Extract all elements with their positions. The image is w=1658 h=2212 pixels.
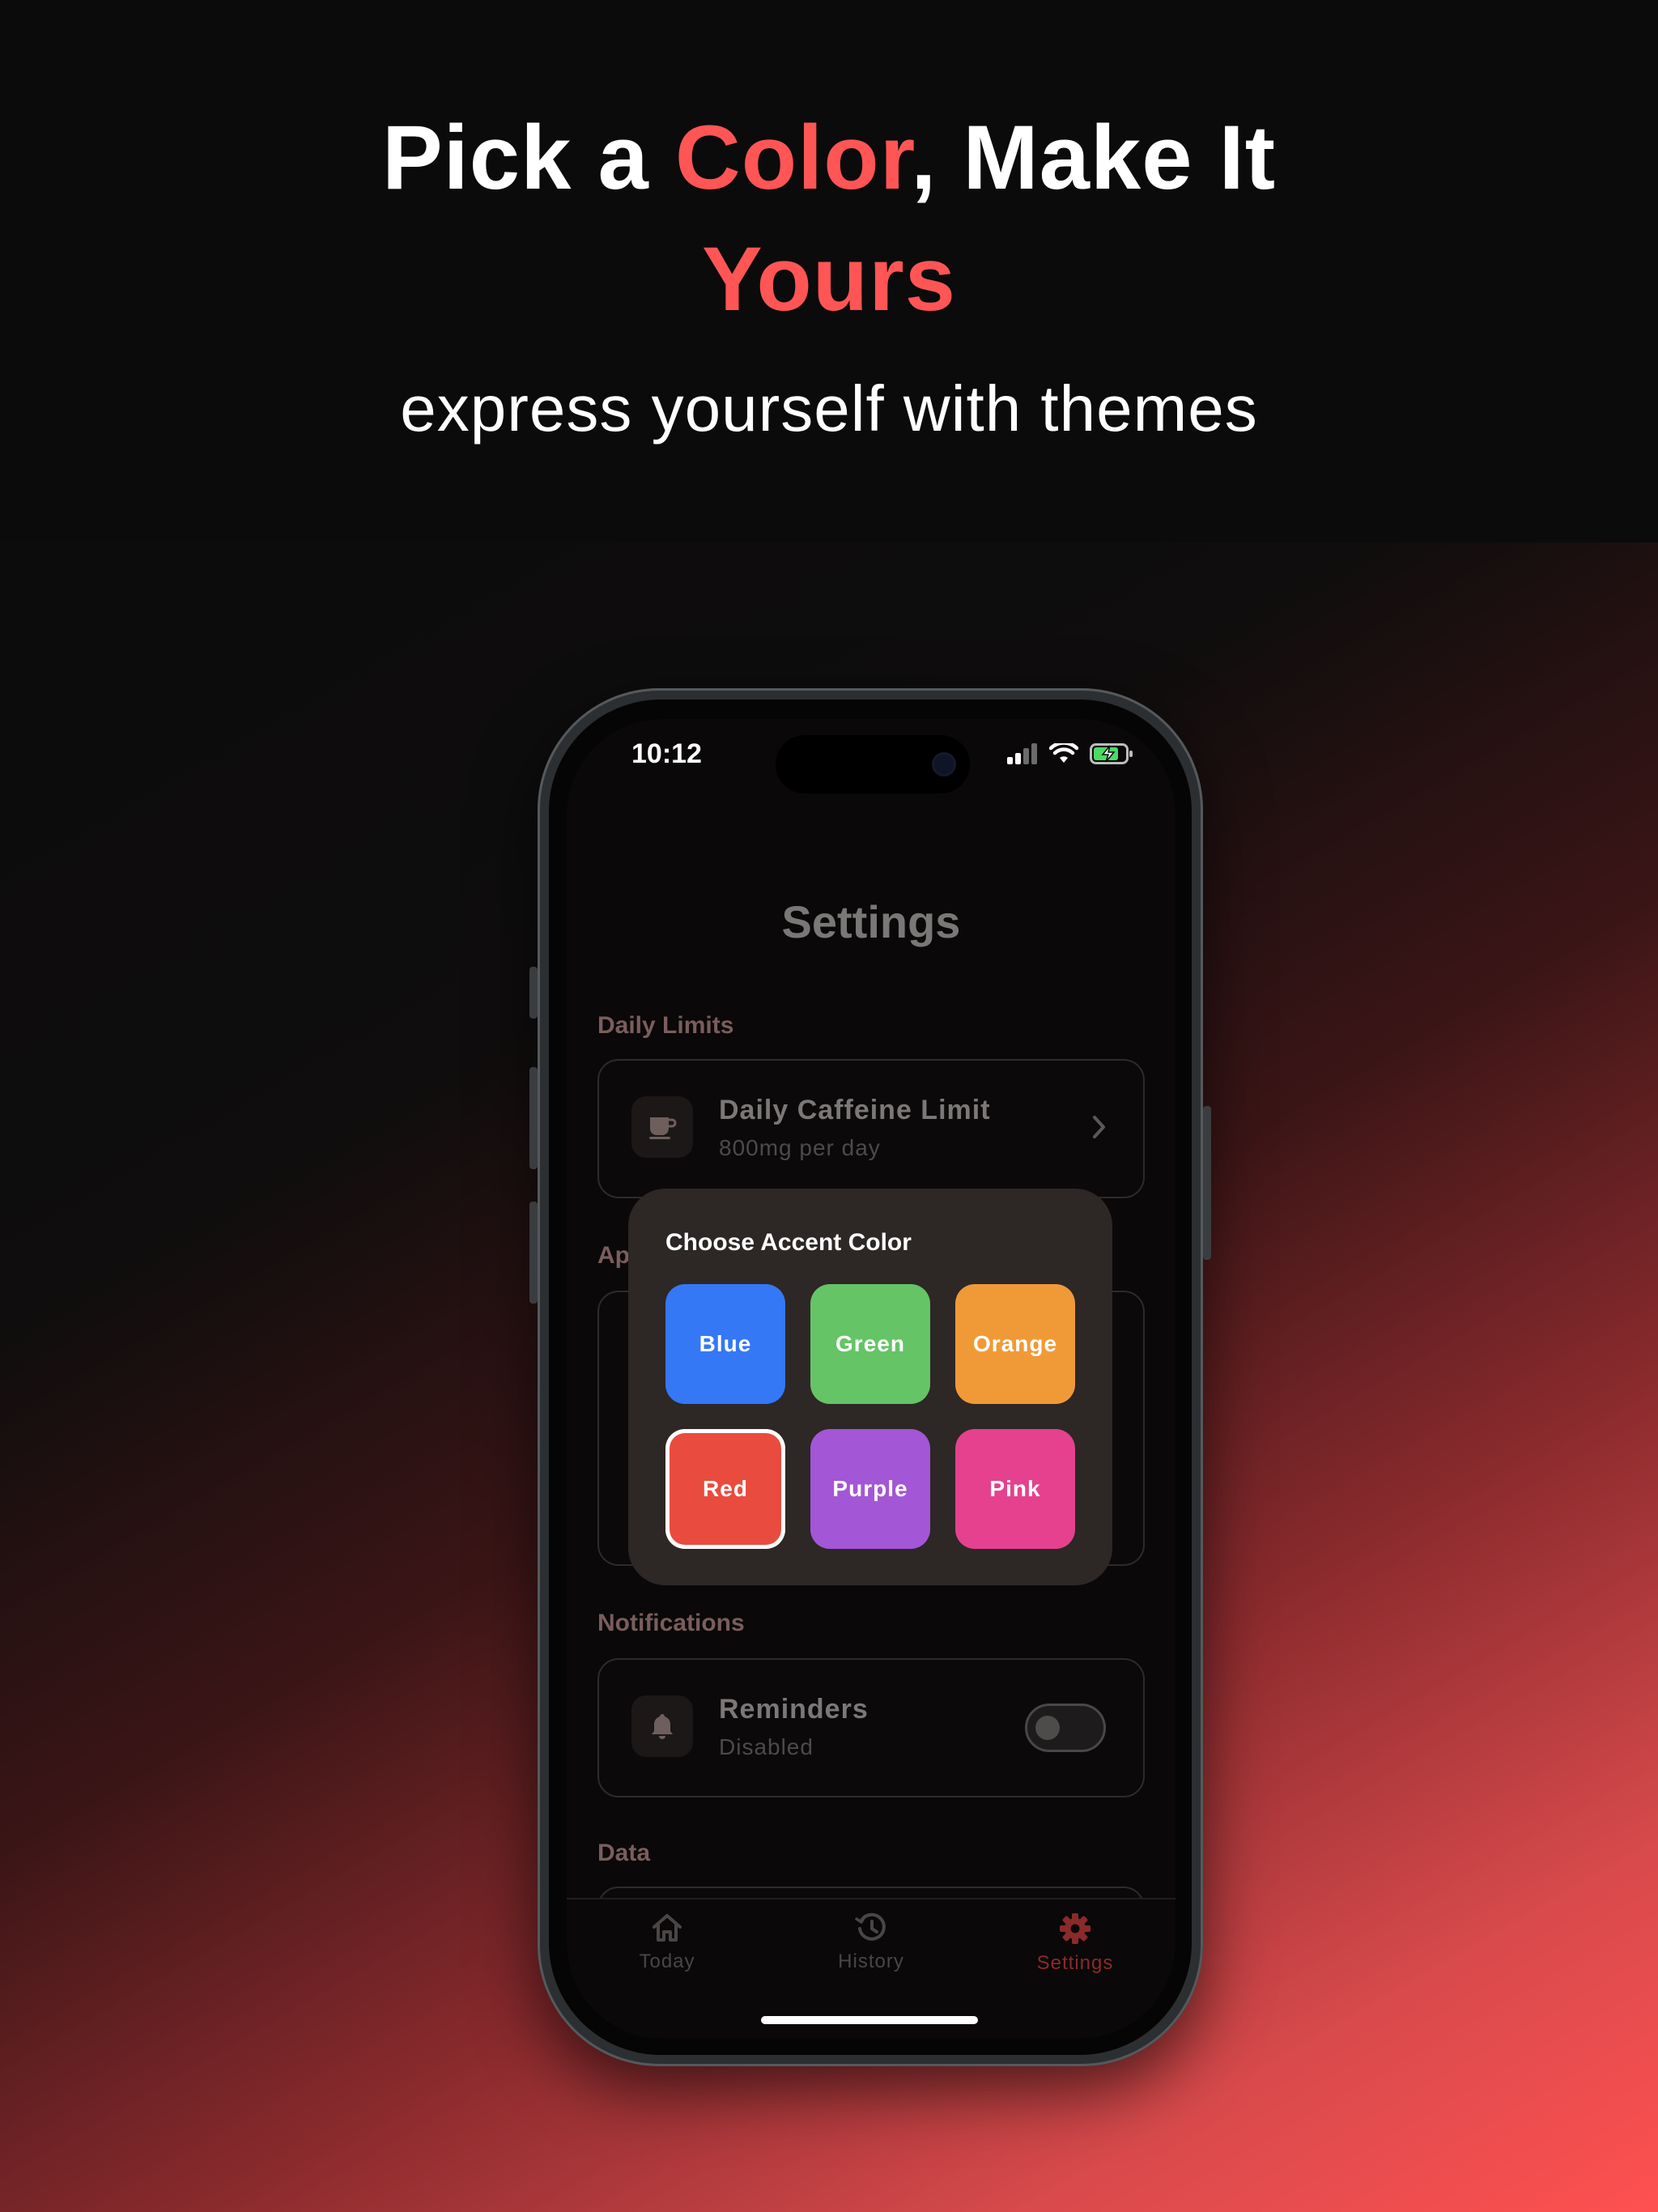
chevron-right-icon bbox=[1093, 1116, 1105, 1138]
tab-history[interactable]: History bbox=[790, 1912, 952, 1973]
toggle-knob bbox=[1035, 1716, 1060, 1740]
section-label-daily-limits: Daily Limits bbox=[597, 1012, 734, 1039]
headline: Pick a Color, Make It Yours bbox=[0, 97, 1658, 340]
bell-icon bbox=[652, 1714, 673, 1739]
tab-today[interactable]: Today bbox=[586, 1912, 748, 1973]
volume-up-button bbox=[529, 1067, 538, 1169]
accent-color-popup: Choose Accent Color Blue Green Orange Re… bbox=[628, 1189, 1112, 1585]
swatch-blue[interactable]: Blue bbox=[665, 1284, 785, 1404]
headline-accent-color: Color bbox=[674, 107, 912, 208]
dynamic-island bbox=[776, 735, 970, 793]
row-icon-container bbox=[631, 1096, 693, 1158]
row-subtitle: 800mg per day bbox=[719, 1135, 881, 1160]
volume-down-button bbox=[529, 1202, 538, 1304]
popup-title: Choose Accent Color bbox=[665, 1229, 912, 1256]
history-icon bbox=[855, 1912, 886, 1941]
swatch-pink[interactable]: Pink bbox=[955, 1429, 1075, 1549]
row-subtitle: Disabled bbox=[719, 1734, 814, 1759]
action-button bbox=[529, 967, 538, 1019]
status-time: 10:12 bbox=[631, 738, 702, 769]
reminders-row: Reminders Disabled bbox=[597, 1658, 1145, 1797]
signal-icon bbox=[1007, 743, 1037, 764]
section-label-data: Data bbox=[597, 1840, 651, 1866]
tab-label: Today bbox=[639, 1950, 695, 1972]
camera-icon bbox=[934, 755, 954, 774]
headline-accent-yours: Yours bbox=[701, 228, 957, 330]
coffee-icon bbox=[649, 1117, 677, 1139]
gear-icon bbox=[1060, 1913, 1090, 1944]
row-title: Daily Caffeine Limit bbox=[719, 1095, 991, 1125]
swatch-purple[interactable]: Purple bbox=[810, 1429, 930, 1549]
reminders-toggle[interactable] bbox=[1025, 1704, 1106, 1752]
swatch-red[interactable]: Red bbox=[665, 1429, 785, 1549]
swatch-green[interactable]: Green bbox=[810, 1284, 930, 1404]
headline-part-2: , Make It bbox=[911, 107, 1277, 208]
row-icon-container bbox=[631, 1695, 693, 1757]
power-button bbox=[1203, 1106, 1211, 1260]
tab-label: History bbox=[838, 1950, 904, 1972]
daily-caffeine-limit-row[interactable]: Daily Caffeine Limit 800mg per day bbox=[597, 1059, 1145, 1198]
battery-charging-icon bbox=[1090, 743, 1133, 764]
tab-label: Settings bbox=[1036, 1952, 1114, 1974]
home-icon bbox=[653, 1914, 682, 1942]
section-label-appearance: Ap bbox=[597, 1242, 630, 1269]
phone-screen: 10:12 Settings Daily Limits Daily Caffei… bbox=[567, 719, 1175, 2039]
section-label-notifications: Notifications bbox=[597, 1610, 745, 1636]
row-title: Reminders bbox=[719, 1694, 869, 1725]
status-icons bbox=[1007, 743, 1133, 764]
subheadline: express yourself with themes bbox=[400, 372, 1258, 445]
tab-settings[interactable]: Settings bbox=[994, 1912, 1156, 1975]
home-indicator bbox=[761, 2016, 978, 2024]
swatch-orange[interactable]: Orange bbox=[955, 1284, 1075, 1404]
headline-part-1: Pick a bbox=[381, 107, 675, 208]
page-title: Settings bbox=[781, 896, 961, 947]
wifi-icon bbox=[1049, 743, 1078, 763]
